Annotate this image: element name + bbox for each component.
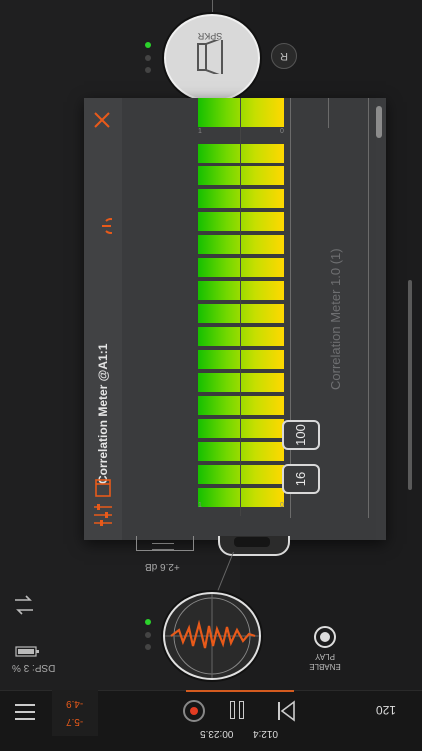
panel-sidebar: Correlation Meter @A1:1 <box>84 98 122 540</box>
inactive-dot <box>145 644 151 650</box>
waveform-icon <box>165 594 259 678</box>
meter-segment <box>198 442 284 461</box>
tempo-display[interactable]: 120 <box>376 703 396 717</box>
plugin-panel: Correlation Meter @A1:1 1 0 1 0 Correlat… <box>84 98 386 540</box>
transport-progress <box>186 690 294 692</box>
panel-scrollbar[interactable] <box>376 106 382 138</box>
speaker-icon <box>197 40 223 74</box>
time-bars: 012:4 <box>253 728 279 739</box>
correlation-meter <box>198 98 284 516</box>
meter-segment <box>198 235 284 254</box>
audio-node[interactable] <box>163 592 261 680</box>
play-enable-line-2: ENABLE <box>309 662 341 671</box>
play-enable-label: ENABLE PLAY <box>302 651 348 671</box>
meter-center-line <box>240 98 241 516</box>
top-wire <box>212 0 213 14</box>
power-icon[interactable] <box>92 216 112 236</box>
meter-segment <box>198 258 284 277</box>
meter-segment <box>198 166 284 185</box>
record-button[interactable] <box>183 700 205 722</box>
close-icon[interactable] <box>92 110 112 130</box>
setting-button-a-label: 100 <box>292 424 308 446</box>
meter-scale-right: 0 <box>280 502 284 509</box>
meter-segment <box>198 396 284 415</box>
meter-segment <box>198 281 284 300</box>
setting-button-b[interactable]: 16 <box>282 464 320 494</box>
loop-icon[interactable] <box>12 592 36 618</box>
battery-icon <box>15 646 39 657</box>
node-connector[interactable] <box>218 536 290 556</box>
guide-line <box>290 98 291 518</box>
speaker-node-label: SPKR <box>197 31 223 41</box>
speaker-node[interactable] <box>164 14 260 102</box>
setting-button-b-label: 16 <box>293 471 308 487</box>
book-icon[interactable] <box>94 478 112 498</box>
inactive-dot <box>145 67 151 73</box>
meter-segment <box>198 327 284 346</box>
meter-scale-left: 1 <box>198 502 202 509</box>
plugin-content: 1 0 1 0 Correlation Meter 1.0 (1) 100 16 <box>122 98 376 540</box>
meter-segment <box>198 419 284 438</box>
meter-top-scale: 1 0 <box>198 128 288 142</box>
meter-segment <box>198 350 284 369</box>
menu-icon[interactable] <box>14 702 36 722</box>
meter-segment <box>198 304 284 323</box>
guide-line <box>328 98 329 128</box>
meter-scale: 1 0 <box>198 502 288 516</box>
active-dot <box>145 42 151 48</box>
gain-handle[interactable] <box>152 543 174 550</box>
pause-button[interactable] <box>230 701 248 721</box>
meter-top-scale-right: 0 <box>280 128 284 135</box>
canvas-scrollbar[interactable] <box>408 280 412 490</box>
meter-top-scale-left: 1 <box>198 128 202 135</box>
meter-segment <box>198 212 284 231</box>
route-button[interactable]: R <box>271 43 297 69</box>
play-enable-toggle[interactable] <box>314 626 336 648</box>
mixer-icon[interactable] <box>92 503 114 527</box>
panel-title: Correlation Meter @A1:1 <box>96 343 110 484</box>
gain-label: +2.6 dB <box>145 561 180 572</box>
time-position: 00:23.5 <box>200 728 234 739</box>
play-enable-line-1: PLAY <box>315 652 335 661</box>
meter-segment <box>198 144 284 163</box>
meter-segment <box>198 98 284 127</box>
setting-button-a[interactable]: 100 <box>282 420 320 450</box>
meter-segment <box>198 189 284 208</box>
rewind-icon[interactable] <box>275 700 297 722</box>
level-bottom: -5.7 <box>66 716 84 727</box>
guide-line <box>368 98 369 518</box>
plugin-name: Correlation Meter 1.0 (1) <box>328 248 343 390</box>
dsp-load: DSP: 3 % <box>12 662 56 673</box>
meter-segment <box>198 373 284 392</box>
inactive-dot <box>145 632 151 638</box>
level-top: -4.9 <box>66 698 84 709</box>
meter-segment <box>198 465 284 484</box>
inactive-dot <box>145 55 151 61</box>
level-readout: -4.9 -5.7 <box>52 690 98 736</box>
active-dot <box>145 619 151 625</box>
